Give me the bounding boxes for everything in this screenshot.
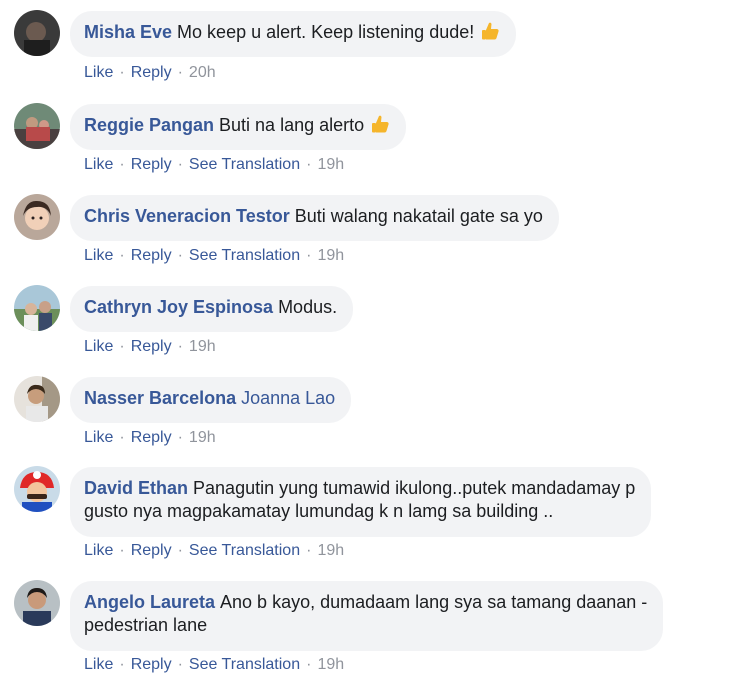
comment-timestamp[interactable]: 19h	[317, 656, 344, 673]
avatar[interactable]	[14, 285, 60, 331]
avatar[interactable]	[14, 194, 60, 240]
comment-author[interactable]: Angelo Laureta	[84, 592, 215, 612]
comment-author[interactable]: Misha Eve	[84, 22, 172, 42]
reply-link[interactable]: Reply	[131, 156, 172, 173]
separator: ·	[119, 156, 125, 173]
like-link[interactable]: Like	[84, 64, 113, 81]
reply-link[interactable]: Reply	[131, 429, 172, 446]
comment-actions: Like · Reply · See Translation · 19h	[84, 655, 344, 675]
see-translation-link[interactable]: See Translation	[189, 247, 300, 264]
separator: ·	[119, 64, 125, 81]
comment-actions: Like · Reply · See Translation · 19h	[84, 246, 344, 266]
comment-bubble: Chris Veneracion Testor Buti walang nakat…	[70, 195, 559, 241]
separator: ·	[177, 156, 183, 173]
comment-text: Buti na lang alerto	[219, 115, 365, 135]
avatar[interactable]	[14, 103, 60, 149]
comment-author[interactable]: David Ethan	[84, 478, 188, 498]
comment-text: Modus.	[278, 297, 338, 317]
comment-timestamp[interactable]: 19h	[189, 338, 216, 355]
comment-timestamp[interactable]: 19h	[189, 429, 216, 446]
like-link[interactable]: Like	[84, 542, 113, 559]
separator: ·	[177, 247, 183, 264]
like-link[interactable]: Like	[84, 156, 113, 173]
separator: ·	[119, 338, 125, 355]
avatar[interactable]	[14, 580, 60, 626]
comment-actions: Like · Reply · 19h	[84, 428, 216, 448]
like-link[interactable]: Like	[84, 656, 113, 673]
reply-link[interactable]: Reply	[131, 64, 172, 81]
comment-text: Mo keep u alert. Keep listening dude!	[177, 22, 475, 42]
separator: ·	[306, 156, 312, 173]
comment-text: Buti walang nakatail gate sa yo	[294, 206, 543, 226]
comment-text-line2: gusto nya magpakamatay lumundag k n lamg…	[84, 501, 554, 521]
see-translation-link[interactable]: See Translation	[189, 156, 300, 173]
like-link[interactable]: Like	[84, 247, 113, 264]
comment-bubble: Nasser Barcelona Joanna Lao	[70, 377, 352, 423]
comment-actions: Like · Reply · See Translation · 19h	[84, 155, 344, 175]
reply-link[interactable]: Reply	[131, 542, 172, 559]
comment-author[interactable]: Reggie Pangan	[84, 115, 214, 135]
separator: ·	[306, 542, 312, 559]
comment-timestamp[interactable]: 19h	[317, 156, 344, 173]
see-translation-link[interactable]: See Translation	[189, 656, 300, 673]
mention-link[interactable]: Joanna Lao	[241, 388, 335, 408]
separator: ·	[177, 656, 183, 673]
separator: ·	[177, 338, 183, 355]
comment-bubble: Cathryn Joy Espinosa Modus.	[70, 286, 354, 332]
reply-link[interactable]: Reply	[131, 656, 172, 673]
like-link[interactable]: Like	[84, 338, 113, 355]
comment-text: Ano b kayo, dumadaam lang sya sa tamang …	[220, 592, 648, 612]
separator: ·	[119, 542, 125, 559]
reply-link[interactable]: Reply	[131, 338, 172, 355]
comment-actions: Like · Reply · See Translation · 19h	[84, 541, 344, 561]
thumbs-up-icon	[480, 21, 500, 41]
comment-timestamp[interactable]: 20h	[189, 64, 216, 81]
separator: ·	[119, 429, 125, 446]
comment-bubble: Reggie Pangan Buti na lang alerto	[70, 104, 407, 150]
separator: ·	[119, 247, 125, 264]
avatar[interactable]	[14, 376, 60, 422]
comment-timestamp[interactable]: 19h	[317, 542, 344, 559]
comment-timestamp[interactable]: 19h	[317, 247, 344, 264]
comment-text: Panagutin yung tumawid ikulong..putek ma…	[193, 478, 636, 498]
separator: ·	[177, 64, 183, 81]
like-link[interactable]: Like	[84, 429, 113, 446]
avatar[interactable]	[14, 10, 60, 56]
avatar[interactable]	[14, 466, 60, 512]
separator: ·	[177, 429, 183, 446]
comment-bubble: Misha Eve Mo keep u alert. Keep listening…	[70, 11, 517, 57]
separator: ·	[119, 656, 125, 673]
separator: ·	[306, 656, 312, 673]
thumbs-up-icon	[370, 114, 390, 134]
comment-author[interactable]: Chris Veneracion Testor	[84, 206, 290, 226]
comment-bubble: Angelo Laureta Ano b kayo, dumadaam lang …	[70, 581, 664, 651]
comment-author[interactable]: Cathryn Joy Espinosa	[84, 297, 273, 317]
comment-actions: Like · Reply · 19h	[84, 337, 216, 357]
comment-author[interactable]: Nasser Barcelona	[84, 388, 236, 408]
reply-link[interactable]: Reply	[131, 247, 172, 264]
separator: ·	[306, 247, 312, 264]
comment-actions: Like · Reply · 20h	[84, 63, 216, 83]
comment-text-line2: pedestrian lane	[84, 615, 208, 635]
separator: ·	[177, 542, 183, 559]
see-translation-link[interactable]: See Translation	[189, 542, 300, 559]
comment-bubble: David Ethan Panagutin yung tumawid ikulon…	[70, 467, 652, 537]
